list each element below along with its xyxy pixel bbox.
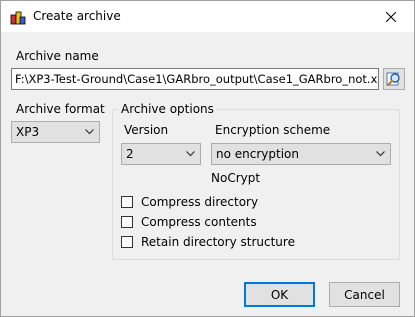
chevron-down-icon	[376, 151, 385, 157]
compress-directory-label: Compress directory	[141, 195, 259, 209]
encryption-select[interactable]: no encryption	[211, 143, 391, 165]
close-button[interactable]	[368, 1, 414, 32]
app-icon	[10, 11, 26, 25]
window-title: Create archive	[33, 9, 121, 23]
chevron-down-icon	[186, 151, 195, 157]
encryption-value: no encryption	[216, 147, 299, 161]
chevron-down-icon	[85, 129, 94, 135]
version-select[interactable]: 2	[121, 143, 201, 165]
ok-button[interactable]: OK	[244, 282, 315, 307]
archive-name-label: Archive name	[16, 49, 99, 63]
browse-icon	[386, 72, 400, 87]
checkbox-box[interactable]	[121, 216, 133, 228]
version-value: 2	[126, 147, 134, 161]
version-label: Version	[124, 123, 169, 137]
title-bar: Create archive	[1, 1, 414, 32]
archive-format-select[interactable]: XP3	[11, 121, 100, 143]
compress-contents-label: Compress contents	[141, 215, 257, 229]
archive-format-value: XP3	[16, 125, 40, 139]
archive-name-input[interactable]: F:\XP3-Test-Ground\Case1\GARbro_output\C…	[11, 68, 379, 90]
archive-options-title: Archive options	[119, 102, 216, 116]
cancel-button[interactable]: Cancel	[329, 282, 400, 307]
encryption-label: Encryption scheme	[215, 123, 331, 137]
checkbox-box[interactable]	[121, 196, 133, 208]
compress-contents-checkbox[interactable]: Compress contents	[121, 214, 257, 230]
compress-directory-checkbox[interactable]: Compress directory	[121, 194, 258, 210]
encryption-note: NoCrypt	[211, 171, 261, 185]
retain-directory-structure-label: Retain directory structure	[141, 235, 295, 249]
browse-button[interactable]	[383, 68, 405, 90]
checkbox-box[interactable]	[121, 236, 133, 248]
create-archive-dialog: Create archive Archive name F:\XP3-Test-…	[0, 0, 415, 317]
retain-directory-structure-checkbox[interactable]: Retain directory structure	[121, 234, 295, 250]
archive-format-label: Archive format	[16, 102, 105, 116]
close-icon	[386, 11, 396, 22]
